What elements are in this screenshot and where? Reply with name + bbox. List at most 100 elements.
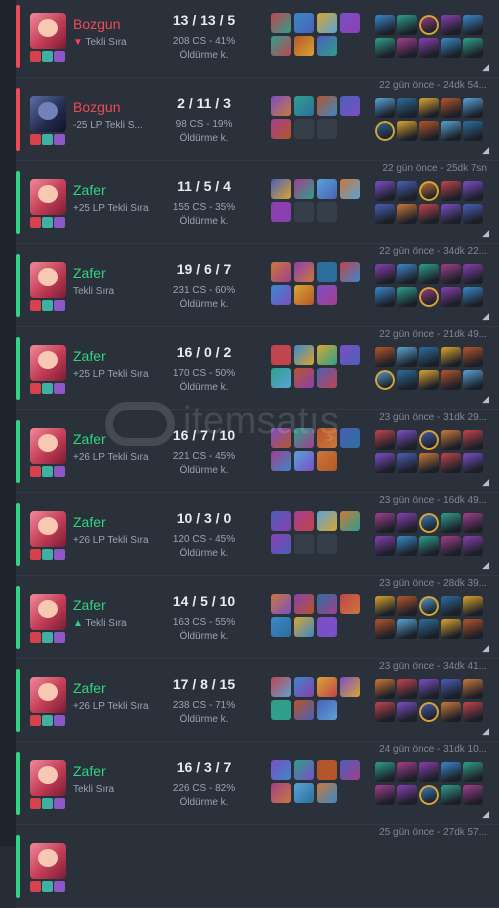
item-slot[interactable] — [294, 345, 314, 365]
participant-champion-icon[interactable] — [397, 181, 417, 201]
item-slot[interactable] — [271, 262, 291, 282]
participant-champion-icon[interactable] — [441, 619, 461, 639]
player-champion-icon[interactable] — [419, 702, 439, 722]
participant-champion-icon[interactable] — [375, 762, 395, 782]
item-slot[interactable] — [271, 119, 291, 139]
item-slot[interactable] — [317, 13, 337, 33]
item-slot[interactable] — [317, 783, 337, 803]
participant-champion-icon[interactable] — [397, 38, 417, 58]
participant-champion-icon[interactable] — [419, 204, 439, 224]
expand-corner-icon[interactable]: ◢ — [482, 62, 489, 73]
participant-champion-icon[interactable] — [441, 121, 461, 141]
item-slot[interactable] — [317, 617, 337, 637]
participant-champion-icon[interactable] — [419, 679, 439, 699]
participant-champion-icon[interactable] — [397, 536, 417, 556]
participant-champion-icon[interactable] — [463, 762, 483, 782]
item-slot[interactable] — [294, 594, 314, 614]
participant-champion-icon[interactable] — [463, 38, 483, 58]
item-slot[interactable] — [340, 13, 360, 33]
participant-champion-icon[interactable] — [463, 785, 483, 805]
item-slot[interactable] — [317, 96, 337, 116]
participant-champion-icon[interactable] — [397, 762, 417, 782]
participant-champion-icon[interactable] — [419, 762, 439, 782]
participant-champion-icon[interactable] — [375, 204, 395, 224]
participant-champion-icon[interactable] — [397, 679, 417, 699]
match-row[interactable]: Zafer +25 LP Tekli Sıra 11 / 5 / 4 155 CS -… — [16, 161, 499, 244]
item-slot[interactable] — [294, 783, 314, 803]
item-slot[interactable] — [294, 262, 314, 282]
item-slot[interactable] — [317, 345, 337, 365]
participant-champion-icon[interactable] — [375, 679, 395, 699]
participant-champion-icon[interactable] — [397, 453, 417, 473]
participant-champion-icon[interactable] — [463, 98, 483, 118]
match-row[interactable]: Zafer Tekli Sıra 19 / 6 / 7 231 CS - 60% Öl… — [16, 244, 499, 327]
item-slot[interactable] — [294, 700, 314, 720]
item-slot[interactable] — [271, 36, 291, 56]
participant-champion-icon[interactable] — [375, 15, 395, 35]
item-slot[interactable] — [317, 700, 337, 720]
expand-corner-icon[interactable]: ◢ — [482, 809, 489, 820]
participant-champion-icon[interactable] — [463, 347, 483, 367]
participant-champion-icon[interactable] — [441, 762, 461, 782]
participant-champion-icon[interactable] — [441, 596, 461, 616]
item-slot[interactable] — [317, 262, 337, 282]
item-slot[interactable] — [294, 677, 314, 697]
item-slot[interactable] — [317, 594, 337, 614]
item-slot[interactable] — [294, 13, 314, 33]
player-champion-icon[interactable] — [419, 430, 439, 450]
participant-champion-icon[interactable] — [441, 38, 461, 58]
participant-champion-icon[interactable] — [375, 453, 395, 473]
participant-champion-icon[interactable] — [463, 181, 483, 201]
participant-champion-icon[interactable] — [419, 347, 439, 367]
match-row[interactable]: Zafer Tekli Sıra 16 / 3 / 7 226 CS - 82% Öl… — [16, 742, 499, 825]
participant-champion-icon[interactable] — [397, 513, 417, 533]
champion-portrait[interactable] — [30, 843, 66, 879]
item-slot[interactable] — [340, 96, 360, 116]
participant-champion-icon[interactable] — [419, 264, 439, 284]
participant-champion-icon[interactable] — [397, 619, 417, 639]
participant-champion-icon[interactable] — [375, 181, 395, 201]
item-slot[interactable] — [271, 594, 291, 614]
champion-portrait[interactable] — [30, 428, 66, 464]
item-slot[interactable] — [294, 202, 314, 222]
participant-champion-icon[interactable] — [441, 370, 461, 390]
participant-champion-icon[interactable] — [441, 453, 461, 473]
champion-portrait[interactable] — [30, 594, 66, 630]
item-slot[interactable] — [317, 368, 337, 388]
item-slot[interactable] — [294, 760, 314, 780]
participant-champion-icon[interactable] — [441, 536, 461, 556]
participant-champion-icon[interactable] — [463, 287, 483, 307]
item-slot[interactable] — [271, 368, 291, 388]
item-slot[interactable] — [271, 677, 291, 697]
item-slot[interactable] — [317, 36, 337, 56]
champion-portrait[interactable] — [30, 677, 66, 713]
item-slot[interactable] — [340, 677, 360, 697]
participant-champion-icon[interactable] — [419, 619, 439, 639]
expand-corner-icon[interactable]: ◢ — [482, 394, 489, 405]
item-slot[interactable] — [317, 760, 337, 780]
participant-champion-icon[interactable] — [441, 702, 461, 722]
item-slot[interactable] — [294, 428, 314, 448]
participant-champion-icon[interactable] — [397, 98, 417, 118]
participant-champion-icon[interactable] — [463, 264, 483, 284]
item-slot[interactable] — [340, 511, 360, 531]
item-slot[interactable] — [294, 36, 314, 56]
item-slot[interactable] — [294, 368, 314, 388]
item-slot[interactable] — [340, 179, 360, 199]
item-slot[interactable] — [317, 285, 337, 305]
item-slot[interactable] — [317, 119, 337, 139]
item-slot[interactable] — [271, 534, 291, 554]
participant-champion-icon[interactable] — [441, 98, 461, 118]
participant-champion-icon[interactable] — [397, 785, 417, 805]
match-row[interactable]: Bozgun -25 LP Tekli S... 2 / 11 / 3 98 CS -… — [16, 78, 499, 161]
expand-corner-icon[interactable]: ◢ — [482, 726, 489, 737]
participant-champion-icon[interactable] — [463, 596, 483, 616]
item-slot[interactable] — [271, 760, 291, 780]
item-slot[interactable] — [294, 119, 314, 139]
participant-champion-icon[interactable] — [397, 430, 417, 450]
participant-champion-icon[interactable] — [441, 181, 461, 201]
expand-corner-icon[interactable]: ◢ — [482, 643, 489, 654]
participant-champion-icon[interactable] — [397, 204, 417, 224]
item-slot[interactable] — [340, 760, 360, 780]
champion-portrait[interactable] — [30, 262, 66, 298]
